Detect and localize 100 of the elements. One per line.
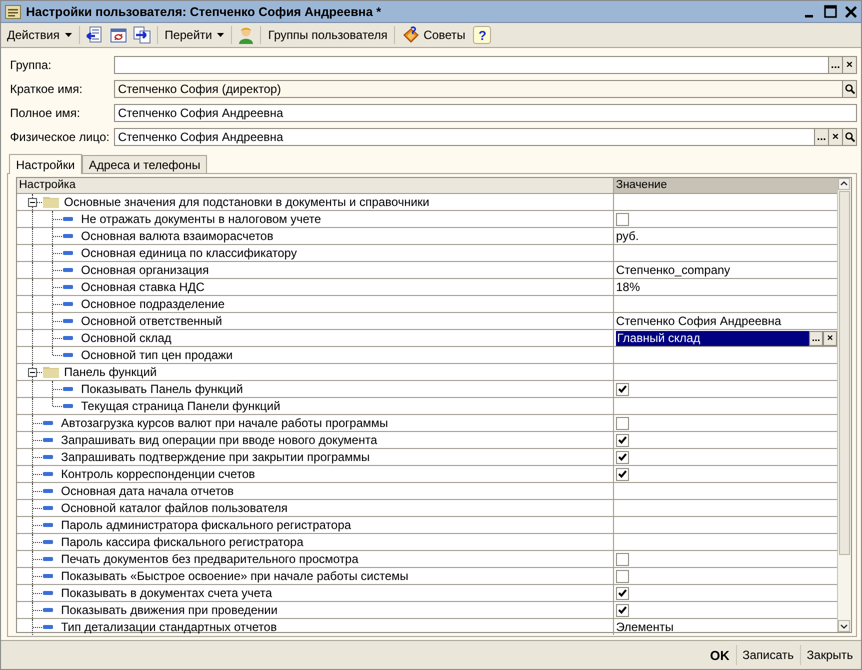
dash-icon [43, 540, 53, 544]
setting-name: Основная дата начала отчетов [61, 484, 234, 498]
scroll-down-icon[interactable] [838, 620, 850, 632]
setting-name: Автозагрузка курсов валют при начале работы программы [61, 416, 388, 430]
dash-icon [43, 523, 53, 527]
search-button[interactable] [843, 80, 857, 98]
checkbox[interactable] [616, 552, 629, 566]
dash-icon [63, 404, 73, 408]
text-field[interactable]: Степченко София Андреевна [114, 104, 857, 122]
setting-name: Контроль корреспонденции счетов [61, 467, 256, 481]
setting-name: Пароль администратора фискального регистратора [61, 518, 352, 532]
field-button[interactable]: × [843, 56, 857, 74]
setting-name: Основной тип цен продажи [81, 348, 233, 362]
column-header[interactable]: Значение [614, 178, 837, 193]
dash-icon [43, 421, 53, 425]
setting-name: Основная ставка НДС [81, 280, 205, 294]
folder-icon [43, 366, 59, 378]
refresh-icon [110, 26, 127, 44]
text-field[interactable]: Степченко София Андреевна [114, 128, 815, 146]
setting-value: руб. [616, 229, 639, 243]
menu-button[interactable]: Действия [3, 25, 76, 45]
setting-value: Степченко София Андреевна [616, 314, 782, 328]
setting-name: Показывать «Быстрое освоение» при начале работы системы [61, 569, 408, 583]
footer-button[interactable]: OK [704, 646, 736, 664]
folder-icon [43, 196, 59, 208]
scrollbar[interactable] [837, 178, 851, 632]
setting-name: Основные значения для подстановки в документы и справочники [64, 195, 430, 209]
setting-name: Основная организация [81, 263, 209, 277]
dash-icon [63, 302, 73, 306]
dash-icon [63, 387, 73, 391]
field-button[interactable]: ... [815, 128, 829, 146]
setting-value: Элементы [616, 620, 674, 634]
expander-icon[interactable] [28, 368, 37, 377]
setting-name: Панель функций [64, 365, 157, 379]
help-button[interactable]: ? [473, 26, 492, 44]
tab[interactable]: Настройки [9, 154, 82, 174]
setting-name: Показывать Панель функций [81, 382, 243, 396]
setting-value: Степченко_company [616, 263, 730, 277]
dash-icon [43, 625, 53, 629]
checkbox[interactable] [616, 586, 629, 600]
dash-icon [63, 251, 73, 255]
dash-icon [63, 268, 73, 272]
checkbox[interactable] [616, 450, 629, 464]
value-input[interactable]: Главный склад [616, 330, 809, 346]
dash-icon [43, 557, 53, 561]
setting-name: Пароль кассира фискального регистратора [61, 535, 304, 549]
person-icon [238, 26, 254, 44]
toolbar-button[interactable]: Группы пользователя [264, 25, 392, 45]
field-label: Краткое имя: [9, 81, 84, 98]
expander-icon[interactable] [28, 198, 37, 207]
scroll-thumb[interactable] [839, 191, 850, 555]
search-icon [844, 84, 854, 94]
field-button[interactable]: ... [829, 56, 843, 74]
field-label: Физическое лицо: [9, 129, 110, 146]
dash-icon [63, 217, 73, 221]
setting-name: Основная валюта взаиморасчетов [81, 229, 274, 243]
setting-name: Основной каталог файлов пользователя [61, 501, 288, 515]
field-button[interactable]: × [823, 330, 837, 346]
caret-icon [217, 33, 224, 37]
text-field[interactable] [114, 56, 829, 74]
setting-name: Основной ответственный [81, 314, 222, 328]
setting-name: Запрашивать вид операции при вводе нового документа [61, 433, 378, 447]
setting-name: Показывать в документах счета учета [61, 586, 272, 600]
footer-button[interactable]: Закрыть [800, 646, 859, 664]
dash-icon [43, 591, 53, 595]
setting-name: Тип детализации стандартных отчетов [61, 620, 277, 634]
dash-icon [63, 319, 73, 323]
dash-icon [43, 506, 53, 510]
scroll-up-icon[interactable] [838, 178, 850, 190]
field-label: Группа: [9, 57, 52, 74]
checkbox[interactable] [616, 570, 629, 582]
checkbox[interactable] [616, 382, 629, 396]
menu-button[interactable]: Перейти [160, 25, 228, 45]
field-button[interactable]: × [829, 128, 843, 146]
checkbox[interactable] [616, 434, 629, 446]
setting-value: 18% [616, 280, 640, 294]
setting-name: Основное подразделение [81, 297, 225, 311]
dash-icon [63, 353, 73, 357]
checkbox[interactable] [616, 212, 629, 226]
dash-icon [43, 472, 53, 476]
field-button[interactable]: ... [809, 330, 823, 346]
setting-name: Текущая страница Панели функций [81, 399, 280, 413]
maximize-icon[interactable] [824, 5, 837, 18]
caret-icon [64, 33, 72, 37]
search-icon [844, 132, 854, 142]
close-icon[interactable] [845, 6, 857, 18]
toolbar-button[interactable]: Советы [398, 25, 470, 45]
footer-button[interactable]: Записать [736, 646, 800, 664]
text-field[interactable]: Степченко София (директор) [114, 80, 843, 98]
dash-icon [63, 336, 73, 340]
checkbox[interactable] [616, 416, 629, 430]
checkbox[interactable] [616, 468, 629, 480]
dash-icon [63, 234, 73, 238]
checkbox[interactable] [616, 604, 629, 616]
column-header[interactable]: Настройка [17, 178, 614, 193]
dash-icon [63, 285, 73, 289]
window-title: Настройки пользователя: Степченко София Андреевна * [26, 4, 382, 18]
search-button[interactable] [843, 128, 857, 146]
tab[interactable]: Адреса и телефоны [82, 155, 208, 173]
setting-name: Основная единица по классификатору [81, 246, 297, 260]
